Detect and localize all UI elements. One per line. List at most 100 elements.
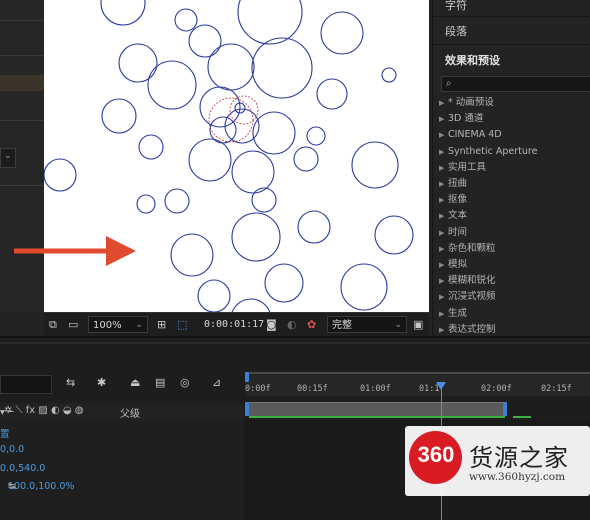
effect-category-label: 抠像 [448,194,468,206]
effect-category[interactable]: ▶ 沉浸式视频 [439,290,496,304]
tab-paragraph[interactable]: 段落 [445,23,467,39]
expand-triangle-icon[interactable]: ▶ [439,96,448,110]
expand-triangle-icon[interactable]: ▶ [439,209,448,223]
bubble [231,150,275,194]
draft-3d-icon[interactable]: ✱ [97,376,106,389]
effect-category[interactable]: ▶ 表达式控制 [439,323,496,337]
layer-out-point[interactable] [503,402,507,416]
effect-category-label: 模糊和锐化 [448,275,496,287]
expand-triangle-icon[interactable]: ▶ [439,323,448,337]
position-value[interactable]: 0.0,540.0 [0,463,45,474]
expand-triangle-icon[interactable]: ▶ [439,128,448,142]
effect-category-label: 3D 通道 [448,113,484,125]
effect-category[interactable]: ▶ 时间 [439,226,467,240]
frame-blending-icon[interactable]: ▤ [155,376,165,389]
expand-triangle-icon[interactable]: ▶ [439,177,448,191]
bubble [199,86,241,128]
chevron-down-icon: ⌄ [4,151,12,161]
bubble [306,126,326,146]
red-arrow-icon [14,236,136,266]
comp-flowchart-icon[interactable]: ⏏ [130,376,140,389]
effect-category[interactable]: ▶ 生成 [439,307,467,321]
bubble [101,98,137,134]
anchor-point-value[interactable]: 0,0.0 [0,444,24,455]
camera-icon[interactable]: ◙ [266,318,277,331]
effects-presets-title: 效果和预设 [445,54,500,67]
snapshot-toggle-icon[interactable]: ⧉ [49,318,57,331]
effect-category[interactable]: ▶ * 动画预设 [439,96,494,110]
bubble [251,187,277,213]
scale-value[interactable]: 100.0,100.0% [8,481,74,492]
effect-category[interactable]: ▶ 杂色和颗粒 [439,242,496,256]
layer-in-point[interactable] [245,402,249,416]
bubble [264,263,304,303]
viewer-toolbar: ⧉ ▭ 100% ⌄ ⊞ ⬚ 0:00:01:17 ◙ ◐ ✿ 完整 ⌄ ▣ [44,312,429,337]
expand-triangle-icon[interactable]: ▶ [439,145,448,159]
motion-blur-icon[interactable]: ◎ [180,376,190,389]
expand-triangle-icon[interactable]: ▶ [439,161,448,175]
bubble [118,43,158,83]
graph-editor-icon[interactable]: ⊿ [212,376,221,389]
effect-category-label: 杂色和颗粒 [448,242,496,254]
bubble [374,215,414,255]
bubble [293,146,319,172]
layer-search-input[interactable] [0,375,52,394]
expand-triangle-icon[interactable]: ▶ [439,112,448,126]
current-time[interactable]: 0:00:01:17 [204,319,264,330]
tab-character[interactable]: 字符 [445,0,467,13]
expand-triangle-icon[interactable]: ▶ [439,290,448,304]
effect-category[interactable]: ▶ 文本 [439,209,467,223]
effects-search-input[interactable]: ⌕ [441,76,590,92]
expand-triangle-icon[interactable]: ▶ [439,307,448,321]
shy-layers-icon[interactable]: ⇆ [66,376,75,389]
mask-visibility-icon[interactable]: ⬚ [177,318,187,331]
effect-category[interactable]: ▶ CINEMA 4D [439,128,502,142]
effect-category-label: Synthetic Aperture [448,145,538,157]
expand-triangle-icon[interactable]: ▶ [439,226,448,240]
effect-category-label: 文本 [448,210,468,222]
timeline-tab-bar [0,342,590,344]
zoom-select[interactable]: 100% ⌄ [88,316,148,333]
effect-category[interactable]: ▶ 实用工具 [439,161,486,175]
effect-category[interactable]: ▶ Synthetic Aperture [439,145,537,159]
effect-category[interactable]: ▶ 模糊和锐化 [439,274,496,288]
grid-icon[interactable]: ⊞ [157,318,166,331]
expand-icon[interactable]: ▾ ─ [0,407,14,418]
bubble [316,78,348,110]
bubble [147,60,197,110]
panel-divider [433,44,590,45]
expand-triangle-icon[interactable]: ▶ [439,242,448,256]
monitor-icon[interactable]: ▭ [68,318,78,331]
work-area-start[interactable] [245,372,249,382]
effect-category[interactable]: ▶ 3D 通道 [439,112,483,126]
effect-category[interactable]: ▶ 抠像 [439,193,467,207]
panel-divider [0,185,44,186]
effect-category-label: 扭曲 [448,178,468,189]
time-ruler[interactable]: 0:00f 00:15f 01:00f 01:1 02:00f 02:15f [245,374,590,396]
channel-icon[interactable]: ◐ [287,318,297,331]
bubble [136,194,156,214]
effect-category[interactable]: ▶ 模拟 [439,258,467,272]
chevron-down-icon: ⌄ [135,320,143,330]
region-icon[interactable]: ▣ [413,318,423,331]
selected-row[interactable] [0,75,44,91]
watermark-url: www.360hyzj.com [469,471,566,483]
bubble [320,11,364,55]
effect-category-label: 生成 [448,307,468,319]
layer-columns-header: ✲ ⟍ fx ▨ ◐ ◒ ◍ 父级 [0,403,243,420]
chevron-down-icon: ⌄ [394,320,402,330]
expand-triangle-icon[interactable]: ▶ [439,258,448,272]
search-icon: ⌕ [446,78,452,89]
effects-panel: 字符 段落 效果和预设 ⌕ ▶ * 动画预设 ▶ 3D 通道 ▶ CINEMA 4D ▶ Sy… [432,0,590,336]
expand-triangle-icon[interactable]: ▶ [439,193,448,207]
layer-duration-bar[interactable] [249,402,505,417]
property-value[interactable]: 置 [0,426,10,440]
dropdown-toggle[interactable]: ⌄ [0,148,16,168]
bubble [100,0,146,26]
bubble [138,134,164,160]
resolution-select[interactable]: 完整 ⌄ [327,316,407,333]
ruler-tick-label: 01:00f [360,384,391,394]
effect-category[interactable]: ▶ 扭曲 [439,177,467,191]
expand-triangle-icon[interactable]: ▶ [439,274,448,288]
color-channel-icon[interactable]: ✿ [307,318,316,331]
